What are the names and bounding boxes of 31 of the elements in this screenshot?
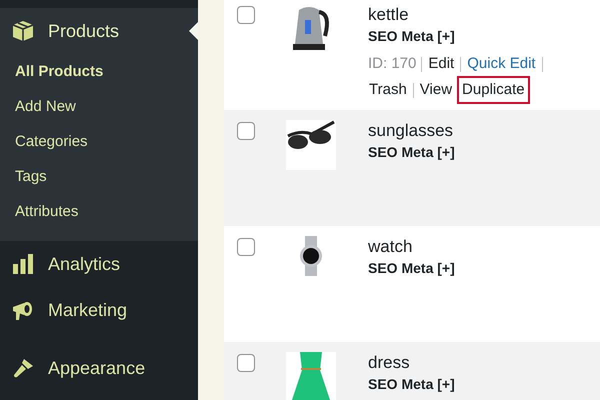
row-checkbox[interactable]: [237, 354, 255, 372]
row-action-link[interactable]: Edit: [427, 52, 456, 76]
submenu-item[interactable]: All Products: [0, 54, 198, 89]
product-id: ID: 170: [368, 54, 416, 74]
row-action-link[interactable]: Trash: [368, 78, 408, 102]
menu-item[interactable]: Analytics: [48, 254, 120, 274]
product-name[interactable]: sunglasses: [368, 120, 455, 142]
row-action-link[interactable]: Duplicate: [457, 76, 530, 104]
submenu-item[interactable]: Categories: [0, 124, 198, 159]
submenu-item[interactable]: Tags: [0, 159, 198, 194]
seo-meta-toggle[interactable]: SEO Meta [+]: [368, 374, 455, 394]
row-checkbox[interactable]: [237, 238, 255, 256]
seo-meta-toggle[interactable]: SEO Meta [+]: [368, 26, 583, 46]
submenu-item[interactable]: Attributes: [0, 194, 198, 229]
megaphone-icon: [12, 299, 34, 321]
seo-meta-toggle[interactable]: SEO Meta [+]: [368, 258, 455, 278]
row-action-link[interactable]: Quick Edit: [466, 52, 537, 76]
box-icon: [12, 20, 34, 42]
row-action-link[interactable]: View: [418, 78, 454, 102]
product-name[interactable]: dress: [368, 352, 455, 374]
bar-chart-icon: [12, 254, 34, 274]
submenu-item[interactable]: Add New: [0, 89, 198, 124]
row-checkbox[interactable]: [237, 122, 255, 140]
paintbrush-icon: [12, 357, 34, 379]
row-checkbox[interactable]: [237, 6, 255, 24]
menu-item[interactable]: Marketing: [48, 300, 128, 320]
product-name[interactable]: watch: [368, 236, 455, 258]
menu-item[interactable]: Appearance: [48, 358, 146, 378]
menu-item[interactable]: Products: [48, 20, 120, 42]
product-name[interactable]: kettle: [368, 4, 583, 26]
seo-meta-toggle[interactable]: SEO Meta [+]: [368, 142, 455, 162]
